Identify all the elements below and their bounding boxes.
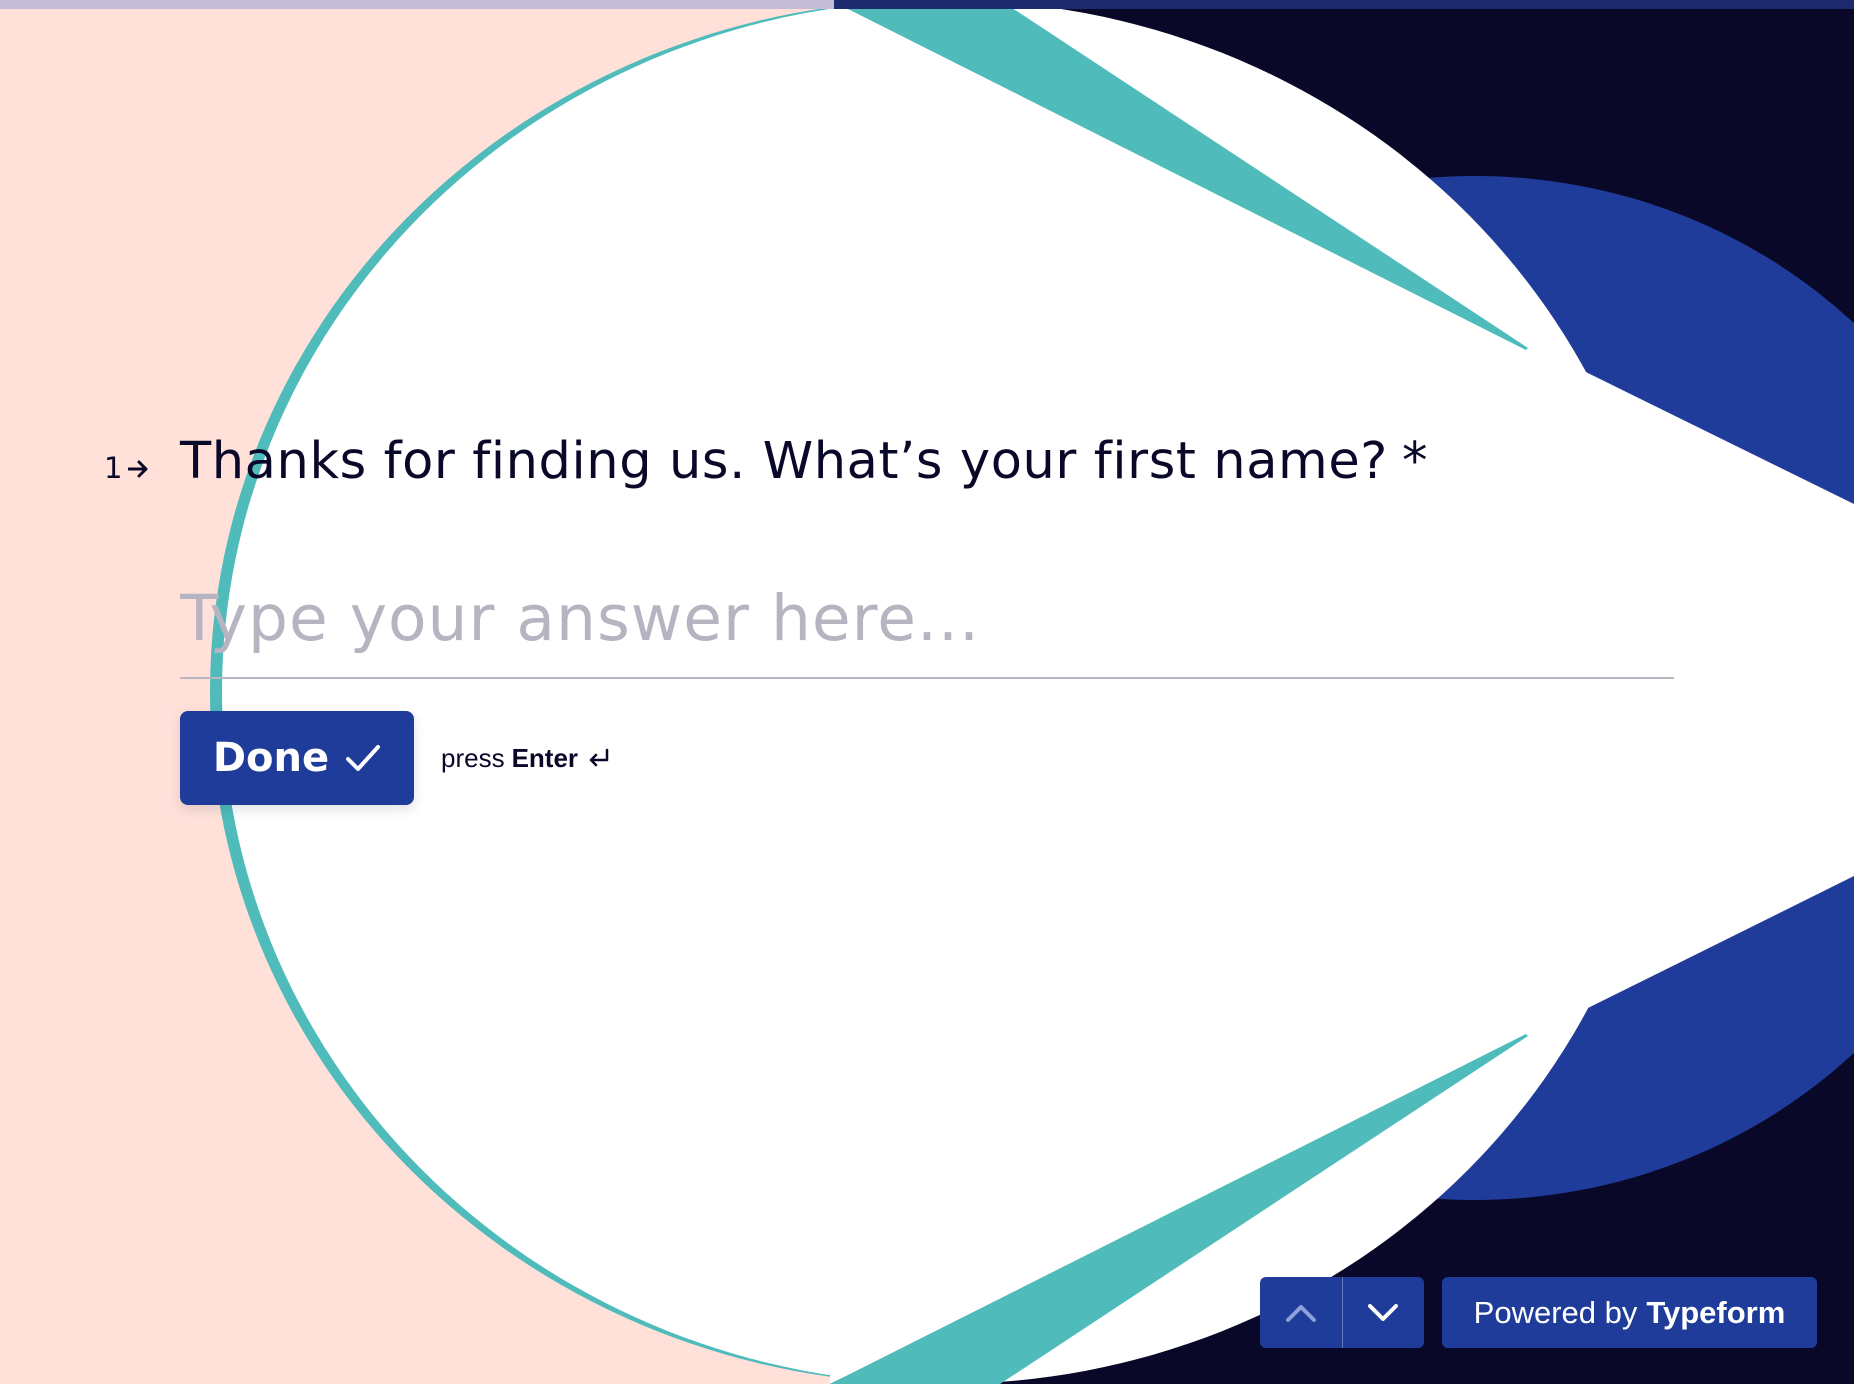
answer-input[interactable]	[180, 578, 1674, 658]
question-number: 1	[104, 451, 180, 485]
progress-bar-fill	[0, 0, 835, 9]
progress-bar	[0, 0, 1854, 9]
typeform-brand: Typeform	[1646, 1294, 1786, 1330]
submit-row: Done press Enter	[180, 711, 610, 805]
required-marker: *	[1401, 432, 1429, 491]
background-graphic	[0, 0, 1854, 1384]
question-text: Thanks for finding us. What’s your first…	[180, 432, 1388, 491]
chevron-down-icon	[1368, 1303, 1399, 1321]
done-button[interactable]: Done	[180, 711, 414, 805]
enter-hint: press Enter	[441, 743, 610, 774]
return-key-icon	[589, 748, 609, 767]
question-navigation	[1260, 1277, 1424, 1348]
checkmark-icon	[346, 745, 381, 771]
powered-by-typeform-link[interactable]: Powered by Typeform	[1442, 1277, 1817, 1348]
previous-question-button[interactable]	[1260, 1277, 1343, 1348]
enter-hint-prefix: press	[441, 742, 505, 773]
next-question-button[interactable]	[1343, 1277, 1425, 1348]
arrow-right-icon	[128, 460, 148, 478]
done-button-label: Done	[212, 735, 330, 781]
question-number-label: 1	[104, 451, 123, 485]
answer-field	[180, 578, 1674, 679]
enter-hint-key: Enter	[511, 742, 579, 773]
powered-by-prefix: Powered by	[1473, 1294, 1638, 1330]
chevron-up-icon	[1285, 1304, 1316, 1322]
question: 1 Thanks for finding us. What’s your fir…	[104, 432, 1428, 491]
